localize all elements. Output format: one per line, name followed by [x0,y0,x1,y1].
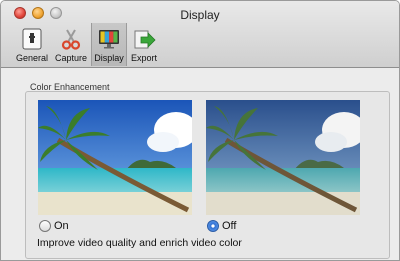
monitor-icon [99,30,119,49]
toolbar-display-button[interactable]: Display [91,23,127,66]
general-icon [22,28,42,50]
preferences-window: Display General Capture Display Export C… [0,0,400,261]
toolbar-display-label: Display [94,53,124,63]
toolbar-capture-button[interactable]: Capture [52,23,90,66]
toolbar-export-label: Export [130,53,157,63]
title-bar: Display General Capture Display Export [1,1,399,68]
toolbar-general-button[interactable]: General [13,23,51,66]
window-title: Display [180,8,220,22]
radio-on-label[interactable]: On [54,220,69,232]
radio-enhancement-off[interactable] [207,220,219,232]
preview-image-enhanced [38,100,192,215]
color-enhancement-title: Color Enhancement [30,82,110,92]
enhancement-description: Improve video quality and enrich video c… [37,237,242,249]
export-arrow-icon [134,30,156,49]
toolbar-export-button[interactable]: Export [128,23,160,66]
radio-off-label[interactable]: Off [222,220,236,232]
toolbar-general-label: General [15,53,49,63]
scissors-icon [61,29,81,50]
toolbar-capture-label: Capture [54,53,88,63]
radio-enhancement-on[interactable] [39,220,51,232]
preview-image-original [206,100,360,215]
